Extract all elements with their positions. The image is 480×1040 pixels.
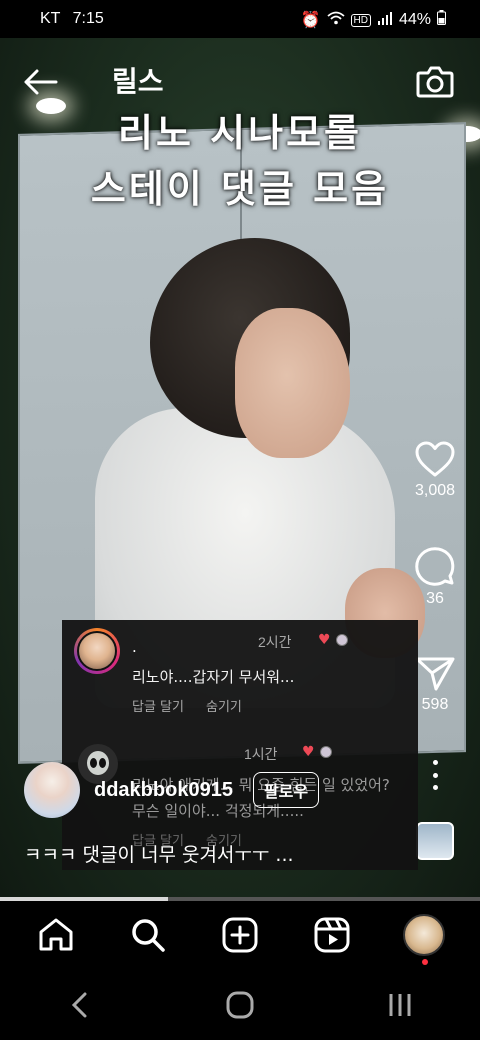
- video-caption-line1: 리노 시나모롤: [118, 111, 362, 155]
- camera-button[interactable]: [412, 58, 458, 104]
- comment-time: 2시간: [258, 634, 292, 650]
- like-count: 3,008: [414, 482, 456, 499]
- status-left: KT 7:15: [40, 10, 104, 28]
- system-nav-bar: [0, 969, 480, 1040]
- create-icon: [222, 917, 258, 953]
- nav-home[interactable]: [28, 907, 84, 963]
- video-person-face: [235, 308, 350, 458]
- dot: [432, 772, 438, 778]
- send-icon: [415, 657, 455, 691]
- author-username[interactable]: ddakbbok0915: [94, 779, 233, 802]
- liked-heart-icon: ♥: [318, 632, 331, 648]
- dot: [432, 760, 438, 765]
- comment-action[interactable]: 36: [404, 546, 466, 608]
- reels-icon: [314, 917, 350, 953]
- wifi-icon: [326, 11, 345, 30]
- comment-username: .: [132, 638, 137, 656]
- like-action[interactable]: 3,008: [404, 440, 466, 500]
- page-title: 릴스: [112, 65, 164, 98]
- battery-icon: [437, 10, 446, 30]
- post-author-row: ddakbbok0915 팔로우: [24, 762, 320, 818]
- audio-thumbnail[interactable]: [416, 822, 454, 860]
- system-recents-button[interactable]: [375, 980, 425, 1030]
- comment-count: 36: [426, 590, 444, 607]
- nav-profile[interactable]: [396, 907, 452, 965]
- arrow-left-icon: [24, 69, 58, 95]
- comment-time: 1시간: [244, 746, 278, 762]
- back-button[interactable]: [18, 62, 62, 102]
- comment-avatar: [74, 628, 120, 674]
- more-options-button[interactable]: [428, 760, 442, 790]
- nav-create[interactable]: [212, 907, 268, 963]
- reply-link: 답글 달기: [132, 700, 184, 715]
- bottom-nav: [0, 901, 480, 969]
- camera-icon: [416, 66, 454, 98]
- comment-text: 리노야....갑자기 무서워...: [132, 668, 295, 686]
- notification-dot: [422, 959, 428, 965]
- author-avatar[interactable]: [24, 762, 80, 818]
- hide-link: 숨기기: [205, 700, 242, 715]
- battery-label: 44%: [398, 11, 431, 28]
- comment-icon: [415, 547, 455, 586]
- hd-badge: HD: [350, 13, 371, 27]
- comment-actions: 답글 달기 숨기기: [132, 696, 242, 715]
- profile-avatar: [403, 914, 445, 956]
- video-caption-line2: 스테이 댓글 모음: [90, 167, 390, 211]
- creator-like-avatar: [320, 746, 332, 758]
- post-caption[interactable]: ㅋㅋㅋ 댓글이 너무 웃겨서ㅜㅜ ...: [24, 840, 294, 867]
- heart-icon: [415, 441, 455, 477]
- back-chevron-icon: [71, 992, 87, 1017]
- status-right: ⏰ HD 44%: [301, 10, 446, 30]
- liked-heart-icon: ♥: [302, 744, 315, 760]
- home-icon: [39, 918, 73, 951]
- system-back-button[interactable]: [55, 980, 105, 1030]
- carrier-label: KT: [40, 10, 61, 27]
- status-bar: KT 7:15 ⏰ HD 44%: [0, 0, 480, 38]
- search-icon: [132, 919, 165, 952]
- signal-icon: [377, 11, 393, 30]
- recents-icon: [389, 993, 411, 1016]
- follow-button[interactable]: 팔로우: [252, 772, 320, 808]
- alarm-icon: ⏰: [300, 12, 321, 29]
- nav-search[interactable]: [120, 907, 176, 963]
- nav-reels[interactable]: [304, 907, 360, 963]
- home-circle-icon: [226, 991, 254, 1018]
- dot: [432, 785, 438, 790]
- creator-like-avatar: [336, 634, 348, 646]
- clock: 7:15: [72, 10, 104, 27]
- system-home-button[interactable]: [215, 980, 265, 1030]
